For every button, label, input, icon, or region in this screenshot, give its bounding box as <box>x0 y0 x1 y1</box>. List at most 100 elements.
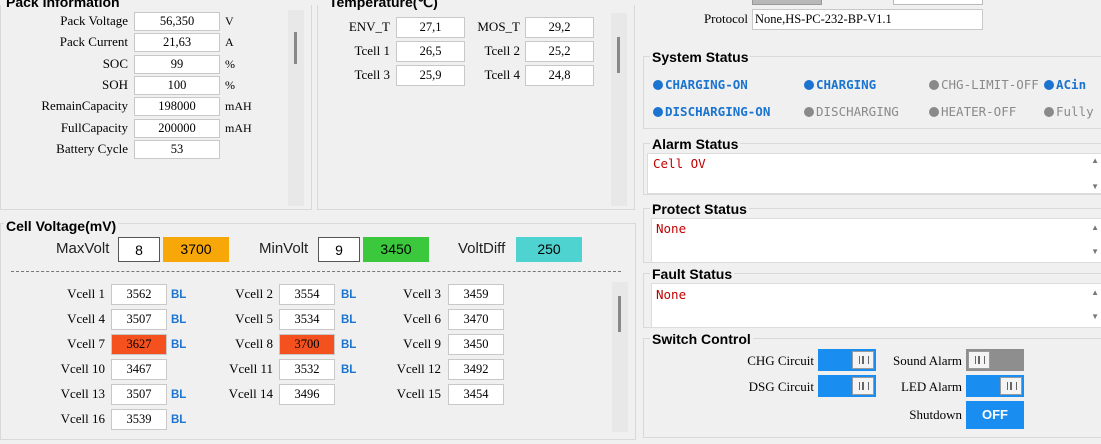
system-status-text: ACin <box>1056 77 1087 92</box>
cell-voltage-scrollbar[interactable] <box>612 282 628 432</box>
max-volt-value: 3700 <box>163 237 229 262</box>
cell-label: Vcell 7 <box>67 336 105 351</box>
pack-row-value: 53 <box>134 139 220 159</box>
cell-label: Vcell 10 <box>60 361 105 376</box>
protect-status-group: Protect Status None ▲ ▼ <box>643 201 1101 263</box>
protect-scroll-down-icon[interactable]: ▼ <box>1091 247 1099 256</box>
balance-indicator: BL <box>171 414 187 426</box>
fault-status-box[interactable]: None ▲ ▼ <box>651 283 1101 328</box>
cell-label: Vcell 13 <box>60 386 105 401</box>
pack-row-unit: mAH <box>225 99 252 114</box>
system-status-indicator: DISCHARGING <box>804 103 899 121</box>
system-status-indicator: Fully <box>1044 103 1094 121</box>
cell-label: Vcell 11 <box>229 361 273 376</box>
temperature-value: 24,8 <box>525 65 594 86</box>
system-status-group: System Status CHARGING-ON CHARGING CHG-LIM… <box>643 49 1101 129</box>
cell-value: 3554 <box>279 284 335 305</box>
cell-value: 3470 <box>448 309 504 330</box>
cell-label: Vcell 6 <box>403 311 441 326</box>
cell-value: 3454 <box>448 384 504 405</box>
status-dot-icon <box>653 80 663 90</box>
system-status-text: Fully <box>1056 104 1094 119</box>
fault-status-title: Fault Status <box>650 266 735 282</box>
system-status-indicator: DISCHARGING-ON <box>653 103 770 121</box>
dsg-circuit-toggle-knob[interactable] <box>852 377 874 395</box>
pack-row-unit: % <box>225 56 235 71</box>
cell-value: 3492 <box>448 359 504 380</box>
cell-label: Vcell 8 <box>235 336 273 351</box>
cell-voltage-title: Cell Voltage(mV) <box>4 218 119 234</box>
sound-alarm-toggle[interactable] <box>966 349 1024 371</box>
pack-row-unit: V <box>225 14 234 28</box>
pack-information-group: Pack Information Pack Voltage 56,350 V Pa… <box>0 0 312 210</box>
cell-value: 3507 <box>111 309 167 330</box>
cell-label: Vcell 9 <box>403 336 441 351</box>
pack-row-label: RemainCapacity <box>41 98 128 114</box>
temperature-title: Temperature(℃) <box>327 0 440 10</box>
cell-label: Vcell 3 <box>403 286 441 301</box>
temperature-label: MOS_T <box>477 19 520 34</box>
pack-row-label: Battery Cycle <box>56 140 128 156</box>
chg-circuit-toggle[interactable] <box>818 349 876 371</box>
cell-label: Vcell 14 <box>228 386 273 401</box>
status-dot-icon <box>1044 80 1054 90</box>
pack-scrollbar[interactable] <box>288 10 304 206</box>
system-status-indicator: CHG-LIMIT-OFF <box>929 76 1039 94</box>
alarm-status-box[interactable]: Cell OV ▲ ▼ <box>647 153 1101 194</box>
top-right-partial-input[interactable] <box>893 0 983 5</box>
status-dot-icon <box>653 107 663 117</box>
cell-value: 3507 <box>111 384 167 405</box>
temperature-label: Tcell 1 <box>354 43 390 58</box>
pack-row-label: Pack Voltage <box>60 13 128 28</box>
pack-row-value: 100 <box>134 75 220 95</box>
protocol-label: Protocol <box>703 11 748 26</box>
dsg-circuit-toggle[interactable] <box>818 375 876 397</box>
temperature-scrollbar[interactable] <box>611 13 627 206</box>
top-right-partial-field <box>752 0 822 5</box>
chg-circuit-toggle-knob[interactable] <box>852 351 874 369</box>
status-dot-icon <box>804 107 814 117</box>
shutdown-off-button[interactable]: OFF <box>966 401 1024 429</box>
fault-scroll-down-icon[interactable]: ▼ <box>1091 312 1099 321</box>
led-alarm-toggle[interactable] <box>966 375 1024 397</box>
min-volt-index: 9 <box>318 237 360 262</box>
fault-status-text: None <box>656 287 687 302</box>
pack-row-unit: A <box>225 35 234 50</box>
cell-voltage-group: Cell Voltage(mV) MaxVolt 8 3700 MinVolt … <box>0 218 636 440</box>
system-status-indicator: CHARGING <box>804 76 876 94</box>
shutdown-label: Shutdown <box>909 407 962 422</box>
cell-voltage-scrollbar-thumb[interactable] <box>618 296 621 332</box>
cell-value: 3562 <box>111 284 167 305</box>
alarm-scroll-up-icon[interactable]: ▲ <box>1091 156 1099 165</box>
protect-status-box[interactable]: None ▲ ▼ <box>651 218 1101 263</box>
status-dot-icon <box>804 80 814 90</box>
led-alarm-toggle-knob[interactable] <box>1000 377 1022 395</box>
cell-label: Vcell 15 <box>396 386 441 401</box>
temperature-label: Tcell 2 <box>484 43 520 58</box>
pack-row-label: SOH <box>101 76 128 92</box>
min-volt-value: 3450 <box>363 237 429 262</box>
temperature-scrollbar-thumb[interactable] <box>617 37 620 73</box>
volt-diff-label: VoltDiff <box>458 240 506 257</box>
pack-row-label: FullCapacity <box>60 119 128 135</box>
temperature-label: Tcell 3 <box>354 67 390 82</box>
protect-scroll-up-icon[interactable]: ▲ <box>1091 223 1099 232</box>
cell-voltage-divider <box>11 271 621 272</box>
fault-scroll-up-icon[interactable]: ▲ <box>1091 288 1099 297</box>
alarm-scroll-down-icon[interactable]: ▼ <box>1091 182 1099 191</box>
alarm-status-group: Alarm Status Cell OV ▲ ▼ <box>643 136 1101 195</box>
system-status-text: CHARGING <box>816 77 877 92</box>
pack-scrollbar-thumb[interactable] <box>294 32 297 64</box>
protect-status-title: Protect Status <box>650 201 749 217</box>
pack-row-unit: % <box>225 77 235 92</box>
pack-row-unit: mAH <box>225 120 252 135</box>
protect-status-text: None <box>656 221 687 236</box>
sound-alarm-toggle-knob[interactable] <box>968 351 990 369</box>
system-status-text: HEATER-OFF <box>941 104 1017 119</box>
temperature-group: Temperature(℃) ENV_T 27,1 MOS_T 29,2 Tcell… <box>317 0 635 210</box>
pack-row-value: 21,63 <box>134 33 220 53</box>
fault-status-group: Fault Status None ▲ ▼ <box>643 266 1101 328</box>
temperature-value: 25,2 <box>525 41 594 62</box>
sound-alarm-label: Sound Alarm <box>893 353 962 368</box>
pack-row-value: 56,350 <box>134 12 220 31</box>
